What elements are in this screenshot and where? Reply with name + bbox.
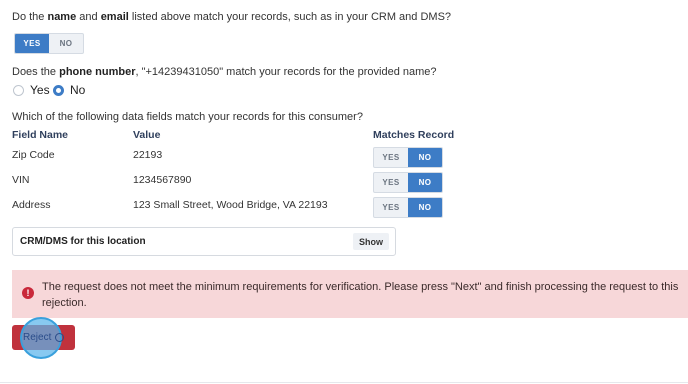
vin-yes-option[interactable]: YES bbox=[374, 173, 408, 192]
rejection-alert: ! The request does not meet the minimum … bbox=[12, 270, 688, 318]
vin-field: VIN bbox=[12, 174, 30, 186]
phone-emphasis: phone number bbox=[59, 66, 136, 78]
address-no-option[interactable]: NO bbox=[408, 198, 442, 217]
name-email-no-option[interactable]: NO bbox=[49, 34, 83, 53]
address-yes-option[interactable]: YES bbox=[374, 198, 408, 217]
phone-no-radio[interactable] bbox=[53, 85, 64, 96]
name-email-question: Do the name and email listed above match… bbox=[12, 11, 452, 23]
phone-no-label[interactable]: No bbox=[70, 83, 85, 97]
zip-code-value: 22193 bbox=[133, 149, 163, 161]
phone-yes-label[interactable]: Yes bbox=[30, 83, 50, 97]
address-field: Address bbox=[12, 199, 51, 211]
name-email-yes-option[interactable]: YES bbox=[15, 34, 49, 53]
name-email-toggle: YES NO bbox=[14, 33, 84, 54]
address-value: 123 Small Street, Wood Bridge, VA 22193 bbox=[133, 199, 328, 211]
reject-label[interactable]: Reject bbox=[23, 332, 51, 343]
crm-dms-panel: CRM/DMS for this location Show bbox=[12, 227, 396, 256]
zip-code-field: Zip Code bbox=[12, 149, 55, 161]
vin-value: 1234567890 bbox=[133, 174, 192, 186]
zip-code-match-toggle: YES NO bbox=[373, 147, 443, 168]
zip-code-yes-option[interactable]: YES bbox=[374, 148, 408, 167]
reject-spinner-icon bbox=[55, 333, 64, 342]
divider bbox=[0, 382, 688, 383]
phone-yes-radio[interactable] bbox=[13, 85, 24, 96]
value-header: Value bbox=[133, 129, 161, 141]
show-button[interactable]: Show bbox=[353, 233, 389, 250]
vin-match-toggle: YES NO bbox=[373, 172, 443, 193]
matches-record-header: Matches Record bbox=[373, 129, 455, 141]
phone-question: Does the phone number, "+14239431050" ma… bbox=[12, 66, 437, 78]
crm-dms-title: CRM/DMS for this location bbox=[20, 236, 146, 247]
zip-code-no-option[interactable]: NO bbox=[408, 148, 442, 167]
address-match-toggle: YES NO bbox=[373, 197, 443, 218]
alert-message: The request does not meet the minimum re… bbox=[42, 281, 679, 309]
field-name-header: Field Name bbox=[12, 129, 69, 141]
alert-icon: ! bbox=[22, 287, 34, 299]
name-emphasis: name bbox=[47, 11, 77, 23]
email-emphasis: email bbox=[100, 11, 129, 23]
vin-no-option[interactable]: NO bbox=[408, 173, 442, 192]
data-fields-question: Which of the following data fields match… bbox=[12, 111, 363, 123]
